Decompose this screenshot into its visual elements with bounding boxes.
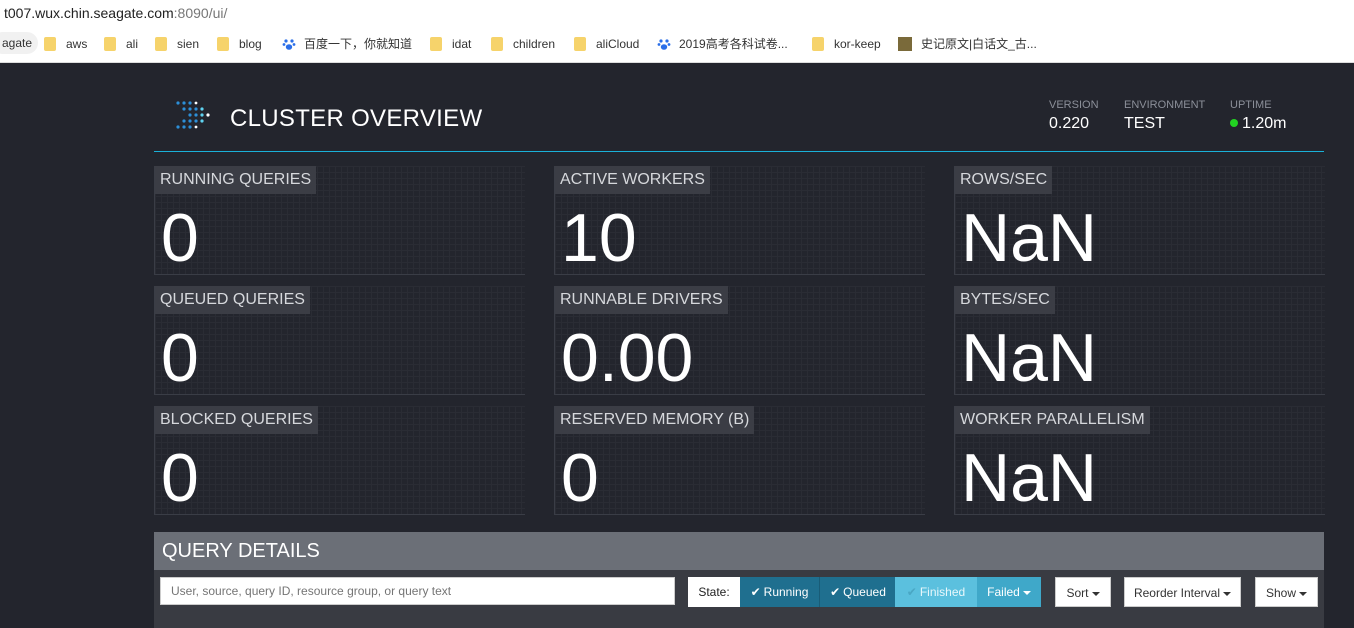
folder-icon (155, 36, 167, 51)
caret-down-icon (1022, 590, 1031, 595)
bookmark-sien[interactable]: sien (155, 26, 199, 62)
baidu-paw-icon (282, 39, 296, 50)
cluster-overview-page: CLUSTER OVERVIEW VERSION 0.220 ENVIRONME… (0, 63, 1354, 628)
uptime-status-dot-icon (1230, 118, 1238, 127)
uptime-value: 1.20m (1242, 115, 1287, 132)
folder-icon (44, 36, 56, 51)
bookmark-children[interactable]: children (491, 26, 555, 62)
caret-down-icon (1223, 591, 1232, 596)
reorder-interval-dropdown[interactable]: Reorder Interval (1124, 577, 1241, 607)
browser-url-bar[interactable]: t007.wux.chin.seagate.com:8090/ui/ (0, 0, 1354, 26)
stat-running-queries: RUNNING QUERIES 0 (154, 166, 525, 276)
caret-down-icon (1299, 591, 1308, 596)
folder-icon (812, 36, 824, 51)
filter-failed-dropdown[interactable]: Failed (977, 577, 1041, 607)
stat-queued-queries: QUEUED QUERIES 0 (154, 286, 525, 396)
bookmark-kor-keep[interactable]: kor-keep (812, 26, 881, 62)
bookmarks-bar: agate aws ali sien blog 百度一下，你就知道 idat c… (0, 26, 1354, 63)
query-search-input[interactable] (160, 577, 675, 605)
folder-icon (430, 36, 442, 51)
bookmark-ali[interactable]: ali (104, 26, 138, 62)
stat-worker-parallelism: WORKER PARALLELISM NaN (954, 406, 1325, 516)
check-icon: ✔ (906, 585, 917, 599)
bookmark-agate[interactable]: agate (0, 32, 39, 54)
show-dropdown[interactable]: Show (1255, 577, 1318, 607)
stat-active-workers: ACTIVE WORKERS 10 (554, 166, 925, 276)
stat-rows-sec: ROWS/SEC NaN (954, 166, 1325, 276)
stat-runnable-drivers: RUNNABLE DRIVERS 0.00 (554, 286, 925, 396)
environment-info: ENVIRONMENT TEST (1124, 99, 1206, 132)
version-value: 0.220 (1049, 115, 1090, 132)
bookmark-shiji[interactable]: 史记原文|白话文_古... (898, 26, 1037, 62)
url-host: t007.wux.chin.seagate.com (4, 5, 174, 21)
folder-icon (574, 36, 586, 51)
presto-logo-icon (176, 101, 210, 129)
query-details-header: QUERY DETAILS (154, 532, 1324, 570)
stat-blocked-queries: BLOCKED QUERIES 0 (154, 406, 525, 516)
url-path: :8090/ui/ (173, 5, 228, 21)
bookmark-blog[interactable]: blog (217, 26, 262, 62)
bookmark-gaokao[interactable]: 2019高考各科试卷... (657, 26, 788, 62)
bookmark-idat[interactable]: idat (430, 26, 471, 62)
baidu-paw-icon (657, 39, 671, 50)
query-details-title: QUERY DETAILS (162, 540, 320, 562)
page-title: CLUSTER OVERVIEW (230, 105, 483, 132)
stat-bytes-sec: BYTES/SEC NaN (954, 286, 1325, 396)
state-label: State: (688, 577, 740, 607)
site-favicon-icon (898, 36, 912, 51)
query-details-toolbar: State: ✔Running ✔Queued ✔Finished Failed… (154, 570, 1324, 628)
uptime-info: UPTIME 1.20m (1230, 99, 1287, 132)
page-header: CLUSTER OVERVIEW VERSION 0.220 ENVIRONME… (154, 63, 1324, 152)
filter-queued-button[interactable]: ✔ Queued (819, 577, 896, 607)
caret-down-icon (1091, 591, 1100, 596)
check-icon: ✔ (750, 585, 761, 599)
bookmark-alicloud[interactable]: aliCloud (574, 26, 639, 62)
filter-running-button[interactable]: ✔ Running (740, 577, 819, 607)
environment-value: TEST (1124, 115, 1165, 132)
version-info: VERSION 0.220 (1049, 99, 1099, 132)
sort-dropdown[interactable]: Sort (1055, 577, 1111, 607)
stat-reserved-memory: RESERVED MEMORY (B) 0 (554, 406, 925, 516)
folder-icon (217, 36, 229, 51)
folder-icon (491, 36, 503, 51)
bookmark-aws[interactable]: aws (44, 26, 87, 62)
bookmark-baidu[interactable]: 百度一下，你就知道 (282, 26, 412, 62)
filter-finished-button[interactable]: ✔ Finished (895, 577, 977, 607)
folder-icon (104, 36, 116, 51)
check-icon: ✔ (830, 585, 841, 599)
